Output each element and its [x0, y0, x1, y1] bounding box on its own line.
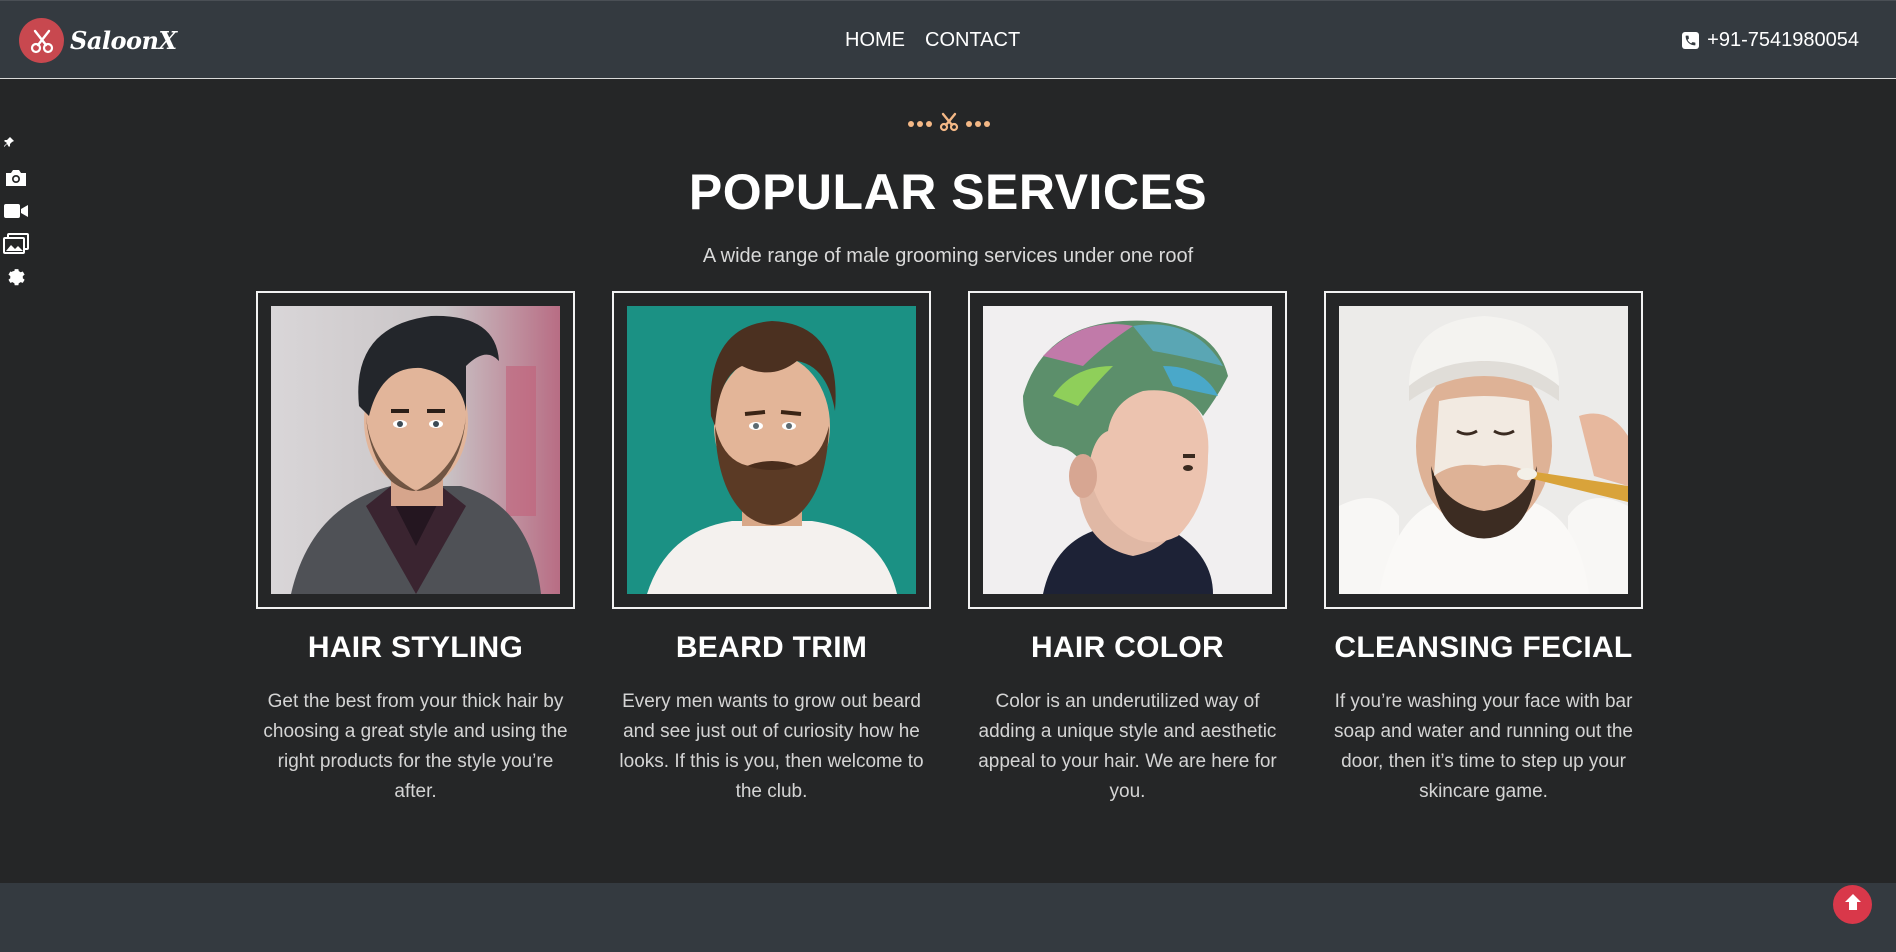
section-divider — [906, 111, 992, 138]
back-to-top-button[interactable] — [1833, 885, 1872, 924]
phone-contact[interactable]: +91-7541980054 — [1682, 29, 1859, 52]
service-card-beard-trim[interactable]: BEARD TRIM Every men wants to grow out b… — [612, 291, 931, 807]
service-image-frame — [612, 291, 931, 609]
service-description: Every men wants to grow out beard and se… — [619, 691, 924, 802]
phone-number: +91-7541980054 — [1707, 29, 1859, 51]
service-image-frame — [1324, 291, 1643, 609]
service-description: Get the best from your thick hair by cho… — [263, 691, 568, 802]
brand[interactable]: SaloonX — [19, 18, 177, 63]
service-card-cleansing-fecial[interactable]: CLEANSING FECIAL If you’re washing your … — [1324, 291, 1643, 807]
footer — [0, 883, 1896, 952]
arrow-up-icon — [1841, 890, 1865, 919]
service-title: BEARD TRIM — [675, 631, 868, 664]
divider-dots-left — [908, 121, 932, 127]
man-pompadour-hairstyle-photo — [271, 306, 560, 594]
navbar: SaloonX HOME CONTACT +91-7541980054 — [0, 0, 1896, 79]
pin-icon[interactable] — [3, 135, 15, 153]
man-facial-mask-treatment-photo — [1339, 306, 1628, 594]
service-title: HAIR STYLING — [307, 631, 524, 664]
scissors-icon — [938, 111, 960, 138]
service-description: If you’re washing your face with bar soa… — [1334, 691, 1633, 802]
service-card-hair-styling[interactable]: HAIR STYLING Get the best from your thic… — [256, 291, 575, 807]
services-grid: HAIR STYLING Get the best from your thic… — [256, 291, 1644, 811]
service-image-frame — [256, 291, 575, 609]
divider-dots-right — [966, 121, 990, 127]
service-title: CLEANSING FECIAL — [1334, 631, 1633, 664]
nav-contact-link[interactable]: CONTACT — [925, 29, 1020, 52]
scissors-icon — [19, 18, 64, 63]
phone-icon — [1682, 32, 1700, 49]
man-rainbow-dyed-hair-profile-photo — [983, 306, 1272, 594]
section-subtitle: A wide range of male grooming services u… — [702, 245, 1194, 267]
bearded-man-teal-background-photo — [627, 306, 916, 594]
nav-home-link[interactable]: HOME — [845, 29, 905, 52]
service-image-frame — [968, 291, 1287, 609]
brand-name: SaloonX — [70, 26, 177, 55]
nav-menu: HOME CONTACT — [845, 29, 1020, 52]
service-card-hair-color[interactable]: HAIR COLOR Color is an underutilized way… — [968, 291, 1287, 807]
section-title: POPULAR SERVICES — [688, 164, 1208, 220]
service-description: Color is an underutilized way of adding … — [978, 691, 1277, 802]
service-title: HAIR COLOR — [1031, 631, 1224, 664]
